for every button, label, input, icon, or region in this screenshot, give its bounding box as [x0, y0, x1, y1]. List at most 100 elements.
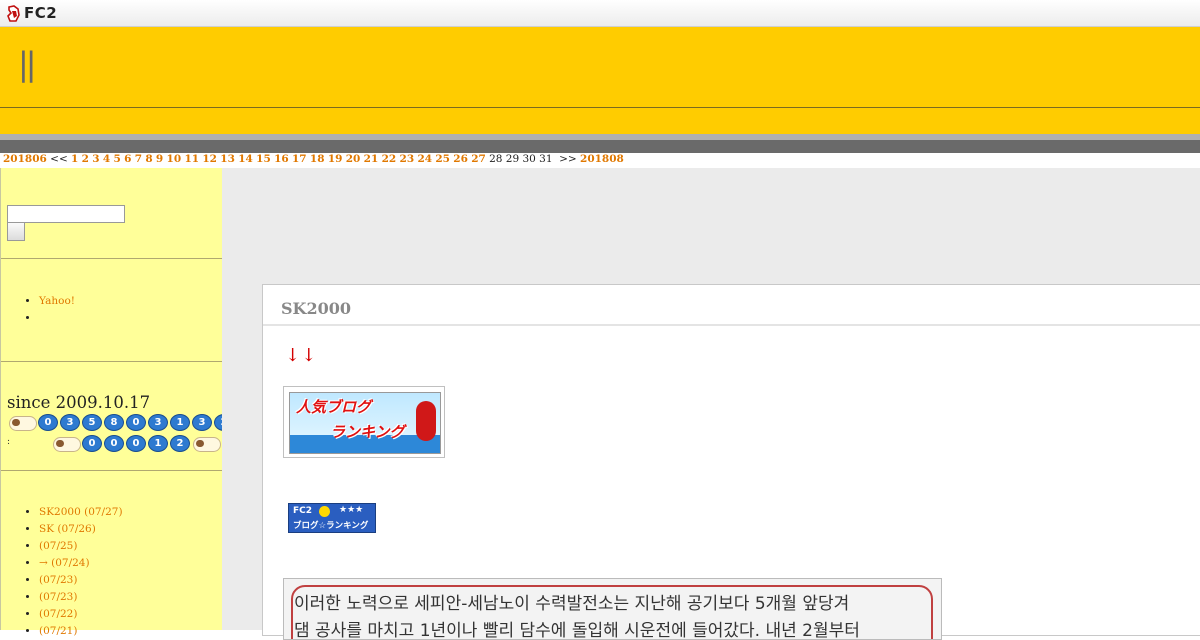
- calendar-day-link[interactable]: 20: [346, 153, 361, 165]
- fc2-ranking-line1: FC2: [293, 506, 313, 516]
- calendar-day-link[interactable]: 23: [400, 153, 415, 165]
- calendar-day: 28: [489, 153, 503, 165]
- calendar-day-link[interactable]: 15: [256, 153, 271, 165]
- calendar-day: 31: [539, 153, 553, 165]
- counter-digit-icon: 5: [82, 413, 102, 431]
- recent-entry-link[interactable]: (07/23): [39, 591, 77, 603]
- calendar-next-month[interactable]: 201808: [580, 153, 624, 165]
- calendar-day-link[interactable]: 21: [364, 153, 379, 165]
- calendar-day-link[interactable]: 1: [71, 153, 78, 165]
- calendar-day-link[interactable]: 25: [435, 153, 450, 165]
- counter-digit-icon: 0: [126, 434, 146, 452]
- calendar-days: 1 2 3 4 5 6 7 8 9 10 11 12 13 14 15 16 17 18 19 20 21 22 23 24 2…: [71, 153, 556, 165]
- fc2-ranking-stars: ★★★: [339, 505, 364, 515]
- calendar-prev-symbol: <<: [50, 153, 68, 165]
- sidebar-search-box: [1, 168, 222, 259]
- recent-entry: → (07/24): [39, 555, 123, 572]
- fc2-logo[interactable]: FC2: [6, 3, 57, 23]
- sheep-icon: [51, 435, 81, 452]
- calendar-day-link[interactable]: 24: [417, 153, 432, 165]
- recent-entry: (07/23): [39, 589, 123, 606]
- main-content: SK2000 ↓↓ 人気ブログ ランキング FC2 ★★★ ブログ☆ランキング …: [222, 168, 1200, 640]
- duck-icon: [319, 506, 330, 517]
- calendar-day-link[interactable]: 14: [238, 153, 253, 165]
- calendar-day-link[interactable]: 26: [453, 153, 468, 165]
- calendar-day-link[interactable]: 17: [292, 153, 307, 165]
- sidebar-counter-box: since 2009.10.17 035803132 : 00012: [1, 362, 265, 471]
- recent-entry: SK2000 (07/27): [39, 504, 123, 521]
- calendar-day-link[interactable]: 5: [113, 153, 120, 165]
- recent-entry: SK (07/26): [39, 521, 123, 538]
- recent-entry: (07/23): [39, 572, 123, 589]
- fc2-ranking-line2: ブログ☆ランキング: [293, 521, 369, 531]
- recent-entry-link[interactable]: (07/21): [39, 625, 77, 637]
- blog-header: ||: [0, 27, 1200, 108]
- search-input[interactable]: [7, 205, 125, 223]
- calendar-day-link[interactable]: 11: [184, 153, 199, 165]
- calendar-day-link[interactable]: 2: [82, 153, 89, 165]
- article-image: 이러한 노력으로 세피안-세남노이 수력발전소는 지난해 공기보다 5개월 앞당…: [283, 578, 942, 640]
- calendar-day: 30: [522, 153, 536, 165]
- recent-entry: (07/25): [39, 538, 123, 555]
- recent-entry: (07/22): [39, 606, 123, 623]
- sheep-icon: [7, 414, 37, 431]
- article-image-line2: 댐 공사를 마치고 1년이나 빨리 담수에 돌입해 시운전에 들어갔다. 내년 …: [294, 621, 860, 640]
- counter-today: 00012: [51, 434, 221, 452]
- calendar-day-link[interactable]: 3: [92, 153, 99, 165]
- entry-title[interactable]: SK2000: [281, 299, 351, 318]
- counter-digit-icon: 3: [148, 413, 168, 431]
- recent-entries-list: SK2000 (07/27) SK (07/26) (07/25) → (07/24…: [1, 504, 123, 640]
- counter-digit-icon: 1: [148, 434, 168, 452]
- recent-entry-link[interactable]: (07/22): [39, 608, 77, 620]
- calendar-day-link[interactable]: 7: [135, 153, 142, 165]
- entry-divider: [263, 324, 1200, 326]
- calendar-day-link[interactable]: 16: [274, 153, 289, 165]
- search-button[interactable]: [7, 222, 25, 241]
- counter-digit-icon: 2: [170, 434, 190, 452]
- calendar-day-link[interactable]: 8: [145, 153, 152, 165]
- calendar-next-symbol: >>: [559, 153, 577, 165]
- sheep-icon: [191, 435, 221, 452]
- recent-entry-link[interactable]: SK2000 (07/27): [39, 506, 123, 518]
- blog-title[interactable]: ||: [18, 45, 36, 83]
- calendar-day-link[interactable]: 27: [471, 153, 486, 165]
- link-item: Yahoo!: [39, 293, 75, 310]
- counter-digit-icon: 0: [126, 413, 146, 431]
- calendar-day: 29: [505, 153, 520, 165]
- ranking-banner-line2: ランキング: [330, 423, 405, 441]
- ranking-banner[interactable]: 人気ブログ ランキング: [283, 386, 445, 458]
- fc2-logo-text: FC2: [24, 4, 58, 22]
- sidebar: Yahoo! since 2009.10.17 035803132 : 0001…: [0, 168, 265, 637]
- ranking-banner-line1: 人気ブログ: [296, 398, 372, 416]
- calendar-day-link[interactable]: 18: [310, 153, 325, 165]
- calendar-day-link[interactable]: 19: [328, 153, 343, 165]
- calendar-day-link[interactable]: 6: [124, 153, 131, 165]
- recent-entry-link[interactable]: (07/25): [39, 540, 77, 552]
- link-item-anchor[interactable]: Yahoo!: [39, 295, 75, 307]
- fc2-top-bar: FC2: [0, 0, 1200, 27]
- calendar-day-link[interactable]: 12: [202, 153, 217, 165]
- counter-since: since 2009.10.17: [7, 393, 151, 412]
- counter-digit-icon: 3: [192, 413, 212, 431]
- down-arrows: ↓↓: [285, 345, 318, 366]
- recent-entry-link[interactable]: SK (07/26): [39, 523, 96, 535]
- fc2-ranking-icon[interactable]: FC2 ★★★ ブログ☆ランキング: [288, 503, 376, 533]
- calendar-day-link[interactable]: 4: [103, 153, 110, 165]
- counter-digit-icon: 3: [60, 413, 80, 431]
- counter-digit-icon: 0: [104, 434, 124, 452]
- sidebar-links-box: Yahoo!: [1, 259, 222, 362]
- ranking-banner-icon: 人気ブログ ランキング: [289, 392, 441, 454]
- calendar-prev-month[interactable]: 201806: [3, 153, 47, 165]
- header-stripe-dark: [0, 140, 1200, 153]
- calendar-day-link[interactable]: 10: [167, 153, 182, 165]
- counter-digit-icon: 0: [82, 434, 102, 452]
- recent-entry-link[interactable]: (07/23): [39, 574, 77, 586]
- sidebar-recent-entries: SK2000 (07/27) SK (07/26) (07/25) → (07/24…: [1, 471, 222, 637]
- calendar-day-link[interactable]: 13: [220, 153, 235, 165]
- calendar-day-link[interactable]: 9: [156, 153, 163, 165]
- entry: SK2000 ↓↓ 人気ブログ ランキング FC2 ★★★ ブログ☆ランキング …: [262, 284, 1200, 640]
- article-image-line1: 이러한 노력으로 세피안-세남노이 수력발전소는 지난해 공기보다 5개월 앞당…: [294, 594, 850, 614]
- calendar-day-link[interactable]: 22: [382, 153, 397, 165]
- recent-entry-link[interactable]: → (07/24): [39, 557, 90, 569]
- banner-flower: [416, 401, 436, 441]
